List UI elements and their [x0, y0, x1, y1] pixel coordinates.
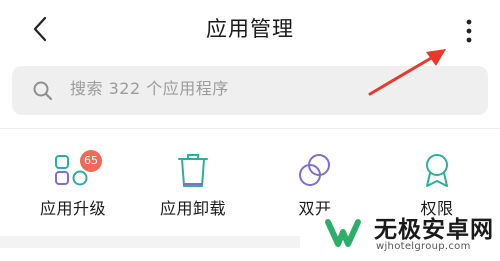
search-icon: [33, 81, 53, 101]
watermark-url: wjhotelgroup.com: [376, 241, 471, 252]
watermark: 无极安卓网 wjhotelgroup.com: [312, 204, 500, 261]
tool-app-uninstall[interactable]: 应用卸载: [138, 140, 248, 225]
more-vertical-icon[interactable]: [458, 15, 480, 47]
section-bar: [0, 236, 300, 248]
page-title: 应用管理: [206, 17, 294, 41]
watermark-logo-icon: [320, 210, 366, 254]
divider: [0, 128, 500, 129]
tool-label: 应用升级: [39, 199, 106, 218]
dual-circles-icon: [299, 154, 330, 186]
annotation-arrow-icon: [368, 49, 446, 96]
tool-label: 应用卸载: [159, 199, 226, 218]
tool-app-upgrade[interactable]: 应用升级: [18, 140, 128, 225]
award-badge-icon: [426, 154, 448, 187]
watermark-name: 无极安卓网: [374, 217, 494, 243]
trash-icon: [178, 154, 208, 187]
update-count-badge: 65: [80, 150, 102, 172]
